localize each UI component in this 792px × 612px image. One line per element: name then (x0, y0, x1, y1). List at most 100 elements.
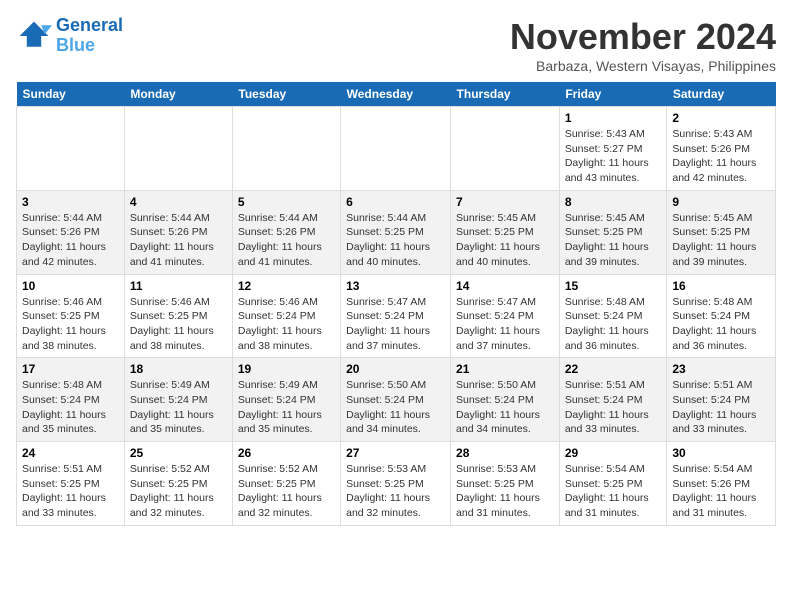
day-number: 7 (456, 195, 554, 209)
day-info: Sunrise: 5:47 AM Sunset: 5:24 PM Dayligh… (456, 295, 554, 354)
calendar-cell: 17Sunrise: 5:48 AM Sunset: 5:24 PM Dayli… (17, 358, 125, 442)
day-number: 16 (672, 279, 770, 293)
day-number: 19 (238, 362, 335, 376)
calendar-week-row: 3 Sunrise: 5:44 AM Sunset: 5:26 PM Daylig… (17, 190, 776, 274)
day-number: 28 (456, 446, 554, 460)
location: Barbaza, Western Visayas, Philippines (510, 58, 776, 74)
day-info: Sunrise: 5:44 AM Sunset: 5:25 PM Dayligh… (346, 211, 445, 270)
calendar-cell: 16 Sunrise: 5:48 AM Sunset: 5:24 PM Dayli… (667, 274, 776, 358)
calendar-cell: 5 Sunrise: 5:44 AM Sunset: 5:26 PM Daylig… (232, 190, 340, 274)
day-info: Sunrise: 5:52 AM Sunset: 5:25 PM Dayligh… (238, 462, 335, 521)
day-info: Sunrise: 5:50 AM Sunset: 5:24 PM Dayligh… (456, 378, 554, 437)
day-number: 24 (22, 446, 119, 460)
day-number: 8 (565, 195, 662, 209)
month-title: November 2024 (510, 16, 776, 58)
day-info: Sunrise: 5:48 AM Sunset: 5:24 PM Dayligh… (672, 295, 770, 354)
day-number: 25 (130, 446, 227, 460)
day-number: 21 (456, 362, 554, 376)
calendar-cell: 21 Sunrise: 5:50 AM Sunset: 5:24 PM Dayli… (451, 358, 560, 442)
calendar-cell: 15Sunrise: 5:48 AM Sunset: 5:24 PM Dayli… (559, 274, 667, 358)
day-number: 27 (346, 446, 445, 460)
day-number: 26 (238, 446, 335, 460)
day-number: 15 (565, 279, 662, 293)
day-info: Sunrise: 5:45 AM Sunset: 5:25 PM Dayligh… (672, 211, 770, 270)
day-info: Sunrise: 5:51 AM Sunset: 5:25 PM Dayligh… (22, 462, 119, 521)
calendar-cell: 1 Sunrise: 5:43 AM Sunset: 5:27 PM Daylig… (559, 107, 667, 191)
day-number: 5 (238, 195, 335, 209)
logo-text: General Blue (56, 16, 123, 56)
calendar-body: 1 Sunrise: 5:43 AM Sunset: 5:27 PM Daylig… (17, 107, 776, 526)
calendar-cell: 22 Sunrise: 5:51 AM Sunset: 5:24 PM Dayli… (559, 358, 667, 442)
day-number: 22 (565, 362, 662, 376)
day-number: 10 (22, 279, 119, 293)
calendar-header: SundayMondayTuesdayWednesdayThursdayFrid… (17, 82, 776, 107)
weekday-header: Sunday (17, 82, 125, 107)
calendar-cell: 18Sunrise: 5:49 AM Sunset: 5:24 PM Dayli… (124, 358, 232, 442)
day-info: Sunrise: 5:44 AM Sunset: 5:26 PM Dayligh… (238, 211, 335, 270)
calendar-week-row: 17Sunrise: 5:48 AM Sunset: 5:24 PM Dayli… (17, 358, 776, 442)
calendar-cell: 27 Sunrise: 5:53 AM Sunset: 5:25 PM Dayli… (341, 442, 451, 526)
day-info: Sunrise: 5:48 AM Sunset: 5:24 PM Dayligh… (22, 378, 119, 437)
calendar-cell: 7 Sunrise: 5:45 AM Sunset: 5:25 PM Daylig… (451, 190, 560, 274)
day-number: 12 (238, 279, 335, 293)
calendar-week-row: 24 Sunrise: 5:51 AM Sunset: 5:25 PM Dayli… (17, 442, 776, 526)
calendar-cell: 24 Sunrise: 5:51 AM Sunset: 5:25 PM Dayli… (17, 442, 125, 526)
calendar-cell: 2Sunrise: 5:43 AM Sunset: 5:26 PM Daylig… (667, 107, 776, 191)
day-number: 9 (672, 195, 770, 209)
day-info: Sunrise: 5:46 AM Sunset: 5:24 PM Dayligh… (238, 295, 335, 354)
day-info: Sunrise: 5:49 AM Sunset: 5:24 PM Dayligh… (130, 378, 227, 437)
title-section: November 2024 Barbaza, Western Visayas, … (510, 16, 776, 74)
weekday-header: Friday (559, 82, 667, 107)
calendar-cell (451, 107, 560, 191)
page-header: General Blue November 2024 Barbaza, West… (16, 16, 776, 74)
day-info: Sunrise: 5:44 AM Sunset: 5:26 PM Dayligh… (22, 211, 119, 270)
header-row: SundayMondayTuesdayWednesdayThursdayFrid… (17, 82, 776, 107)
day-info: Sunrise: 5:53 AM Sunset: 5:25 PM Dayligh… (456, 462, 554, 521)
day-info: Sunrise: 5:46 AM Sunset: 5:25 PM Dayligh… (22, 295, 119, 354)
calendar-cell: 4Sunrise: 5:44 AM Sunset: 5:26 PM Daylig… (124, 190, 232, 274)
day-info: Sunrise: 5:47 AM Sunset: 5:24 PM Dayligh… (346, 295, 445, 354)
day-info: Sunrise: 5:43 AM Sunset: 5:27 PM Dayligh… (565, 127, 662, 186)
calendar-cell: 25 Sunrise: 5:52 AM Sunset: 5:25 PM Dayli… (124, 442, 232, 526)
day-info: Sunrise: 5:45 AM Sunset: 5:25 PM Dayligh… (565, 211, 662, 270)
day-info: Sunrise: 5:54 AM Sunset: 5:26 PM Dayligh… (672, 462, 770, 521)
day-number: 3 (22, 195, 119, 209)
calendar-cell (124, 107, 232, 191)
calendar-cell: 10 Sunrise: 5:46 AM Sunset: 5:25 PM Dayli… (17, 274, 125, 358)
calendar-table: SundayMondayTuesdayWednesdayThursdayFrid… (16, 82, 776, 526)
day-number: 1 (565, 111, 662, 125)
day-number: 4 (130, 195, 227, 209)
weekday-header: Wednesday (341, 82, 451, 107)
logo-bird-icon (16, 18, 52, 54)
calendar-cell: 13 Sunrise: 5:47 AM Sunset: 5:24 PM Dayli… (341, 274, 451, 358)
weekday-header: Saturday (667, 82, 776, 107)
calendar-week-row: 10 Sunrise: 5:46 AM Sunset: 5:25 PM Dayli… (17, 274, 776, 358)
day-info: Sunrise: 5:50 AM Sunset: 5:24 PM Dayligh… (346, 378, 445, 437)
calendar-cell: 26 Sunrise: 5:52 AM Sunset: 5:25 PM Dayli… (232, 442, 340, 526)
day-info: Sunrise: 5:45 AM Sunset: 5:25 PM Dayligh… (456, 211, 554, 270)
calendar-week-row: 1 Sunrise: 5:43 AM Sunset: 5:27 PM Daylig… (17, 107, 776, 191)
day-info: Sunrise: 5:53 AM Sunset: 5:25 PM Dayligh… (346, 462, 445, 521)
calendar-cell (341, 107, 451, 191)
day-number: 13 (346, 279, 445, 293)
weekday-header: Monday (124, 82, 232, 107)
calendar-cell: 11Sunrise: 5:46 AM Sunset: 5:25 PM Dayli… (124, 274, 232, 358)
day-number: 29 (565, 446, 662, 460)
day-number: 6 (346, 195, 445, 209)
calendar-cell: 14 Sunrise: 5:47 AM Sunset: 5:24 PM Dayli… (451, 274, 560, 358)
day-info: Sunrise: 5:52 AM Sunset: 5:25 PM Dayligh… (130, 462, 227, 521)
logo: General Blue (16, 16, 123, 56)
calendar-cell: 19Sunrise: 5:49 AM Sunset: 5:24 PM Dayli… (232, 358, 340, 442)
calendar-cell: 30 Sunrise: 5:54 AM Sunset: 5:26 PM Dayli… (667, 442, 776, 526)
calendar-cell: 28 Sunrise: 5:53 AM Sunset: 5:25 PM Dayli… (451, 442, 560, 526)
calendar-cell: 8 Sunrise: 5:45 AM Sunset: 5:25 PM Daylig… (559, 190, 667, 274)
calendar-cell: 20Sunrise: 5:50 AM Sunset: 5:24 PM Dayli… (341, 358, 451, 442)
day-number: 14 (456, 279, 554, 293)
day-info: Sunrise: 5:51 AM Sunset: 5:24 PM Dayligh… (672, 378, 770, 437)
day-number: 30 (672, 446, 770, 460)
calendar-cell: 23Sunrise: 5:51 AM Sunset: 5:24 PM Dayli… (667, 358, 776, 442)
day-number: 11 (130, 279, 227, 293)
calendar-cell: 6 Sunrise: 5:44 AM Sunset: 5:25 PM Daylig… (341, 190, 451, 274)
day-info: Sunrise: 5:51 AM Sunset: 5:24 PM Dayligh… (565, 378, 662, 437)
day-number: 2 (672, 111, 770, 125)
